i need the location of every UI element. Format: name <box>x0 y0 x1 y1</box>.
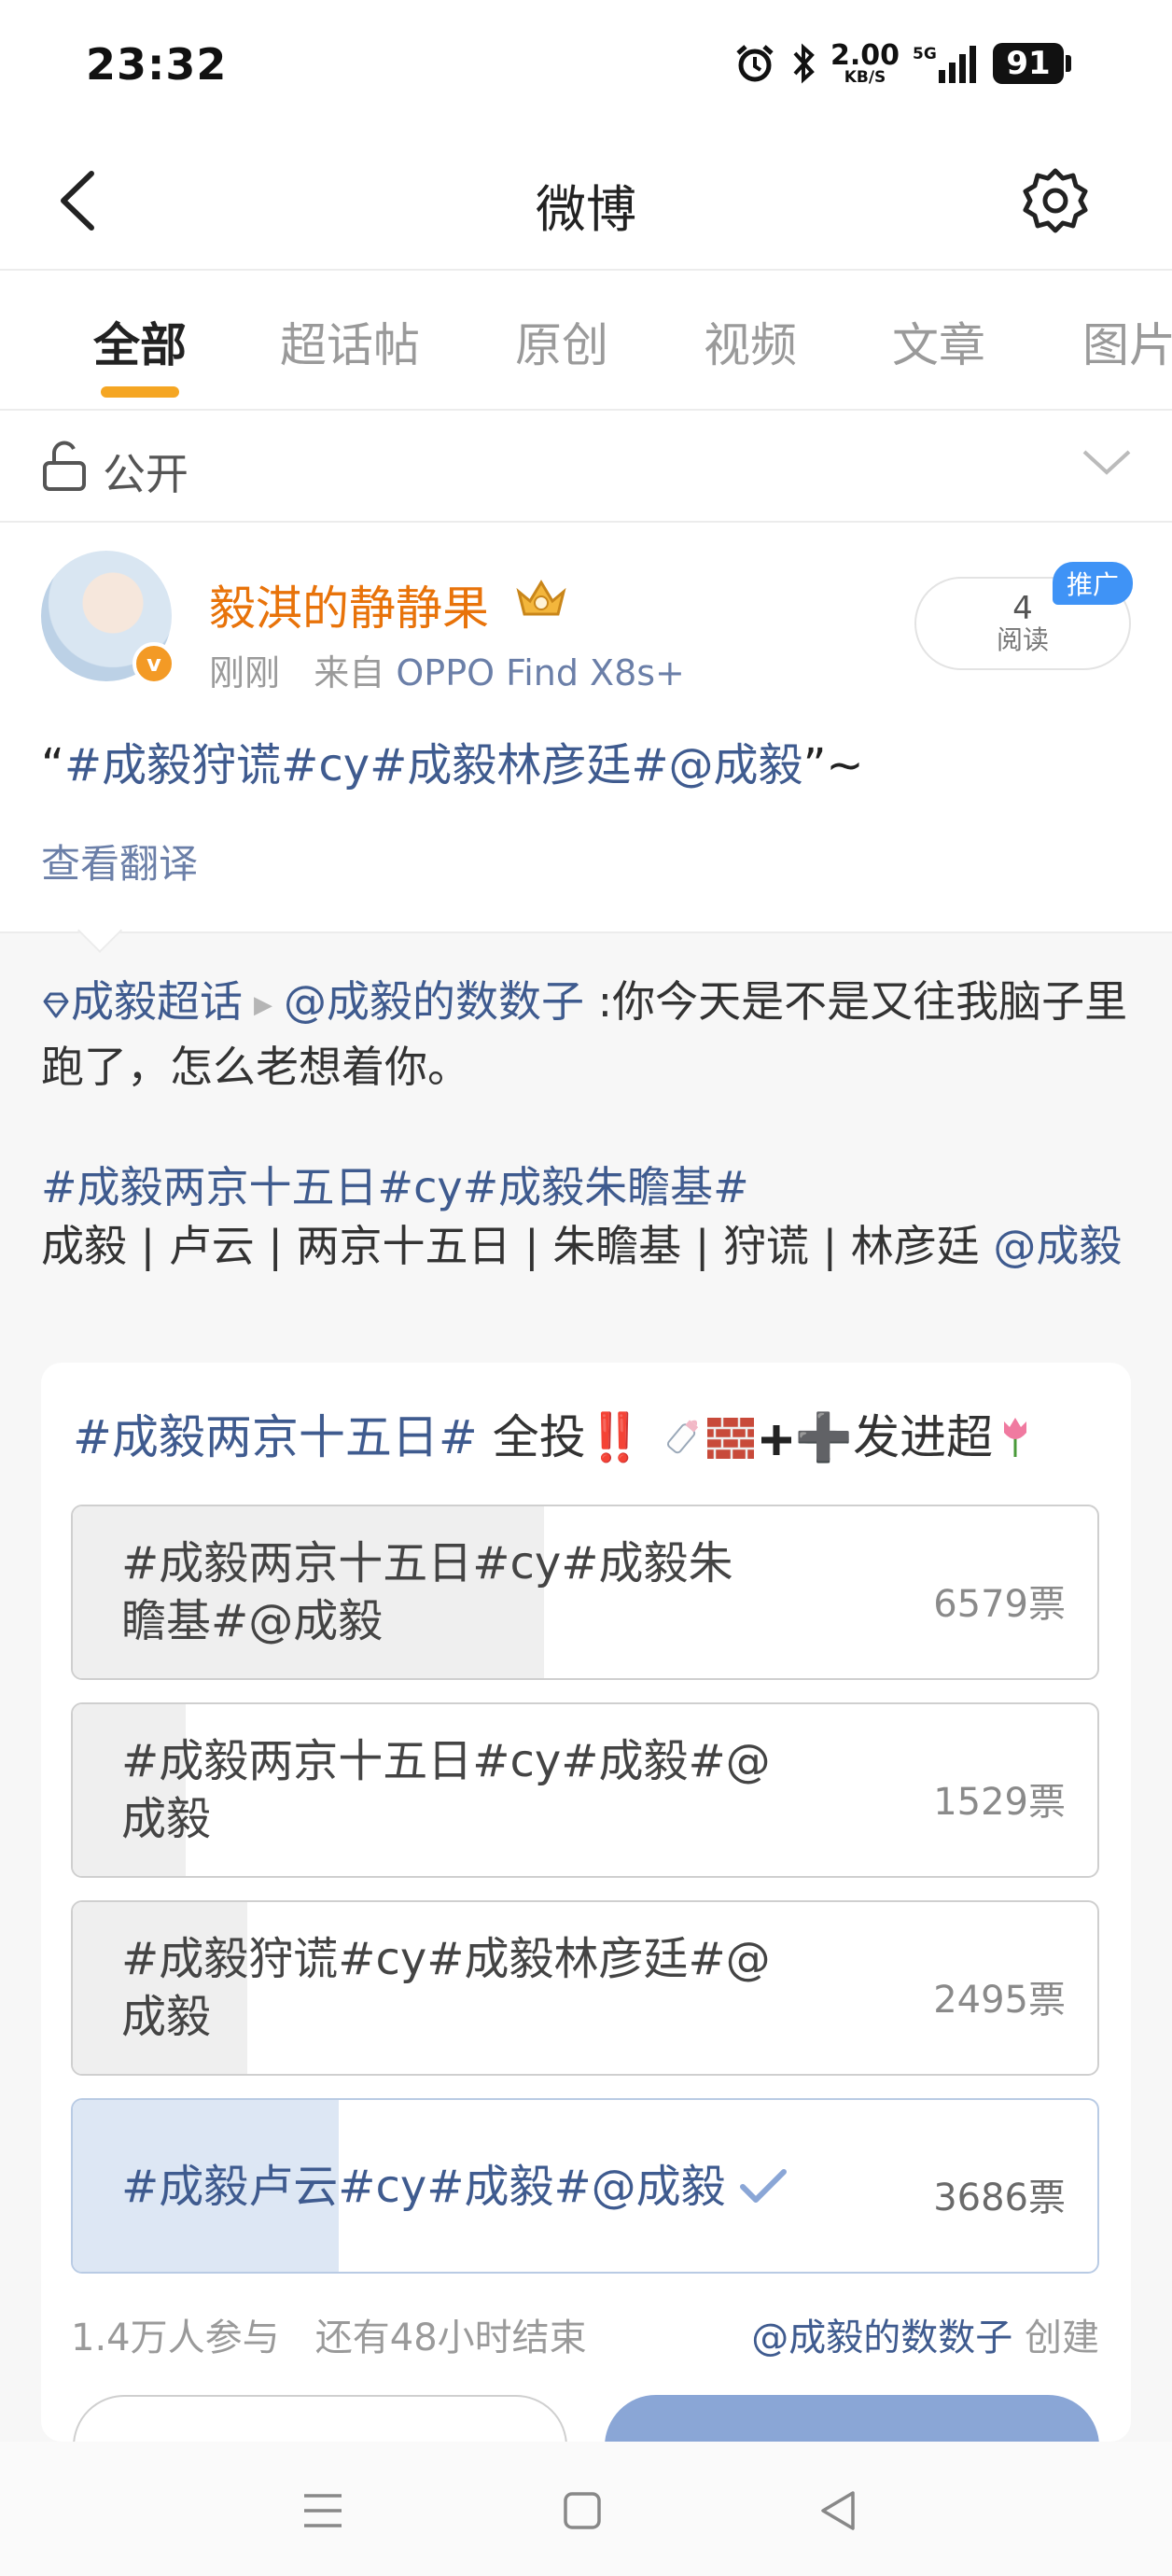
menu-icon <box>304 2494 342 2527</box>
translate-link[interactable]: 查看翻译 <box>41 833 198 889</box>
selected-check-icon <box>739 2169 787 2203</box>
read-count: 4 <box>1012 590 1033 628</box>
tab-images[interactable]: 图片 <box>1082 308 1172 375</box>
poll-option-3-label: #成毅狩谎#cy#成毅林彦廷#@ 成毅 <box>121 1933 771 2043</box>
repost-author[interactable]: @成毅的数数子 <box>284 976 584 1027</box>
alarm-icon <box>736 45 774 82</box>
tab-article[interactable]: 文章 <box>892 308 985 375</box>
tab-supertopic[interactable]: 超话帖 <box>280 308 420 375</box>
network-speed: 2.00 KB/S <box>830 38 900 87</box>
poll-participants: 1.4万人参与 <box>71 2317 280 2359</box>
poll-option-4-votes: 3686票 <box>933 2177 1066 2219</box>
verified-badge-icon: v <box>133 642 175 685</box>
visibility-selector[interactable]: 公开 <box>0 413 1172 523</box>
poll-creator-suffix: 创建 <box>1025 2317 1099 2359</box>
poll-title-after: ➕发进超 <box>794 1410 994 1464</box>
unlock-icon <box>43 441 86 491</box>
chevron-down-icon <box>1082 450 1131 475</box>
title-bar: 微博 <box>0 131 1172 271</box>
baby-bottle-icon <box>666 1420 699 1454</box>
nav-menu-button[interactable] <box>295 2483 351 2539</box>
tab-original[interactable]: 原创 <box>515 308 608 375</box>
poll-option-4-label: #成毅卢云#cy#成毅#@成毅 <box>121 2158 817 2216</box>
bluetooth-icon <box>793 43 815 84</box>
post-text: “#成毅狩谎#cy#成毅林彦廷#@成毅”~ <box>41 728 864 793</box>
post-quote-open: “ <box>41 739 64 791</box>
nav-home-button[interactable] <box>554 2483 610 2539</box>
play-triangle-icon: ▶ <box>254 990 272 1019</box>
supertopic-diamond-icon <box>43 992 69 1018</box>
read-count-label: 阅读 <box>996 624 1049 656</box>
poll-title: #成毅两京十五日# 全投‼️ ➕发进超 <box>73 1400 1034 1467</box>
battery-indicator: 91 <box>993 43 1071 84</box>
battery-level: 91 <box>993 43 1064 84</box>
active-tab-indicator <box>101 386 179 398</box>
poll-option-2-votes: 1529票 <box>933 1781 1066 1824</box>
avatar[interactable]: v <box>41 551 175 685</box>
poll-creator-link[interactable]: @成毅的数数子 <box>751 2317 1012 2359</box>
promote-badge[interactable]: 推广 <box>1053 562 1133 605</box>
poll-remaining: 还有48小时结束 <box>314 2317 587 2359</box>
poll-stats: 1.4万人参与 还有48小时结束 <box>71 2307 587 2361</box>
crown-badge-icon <box>516 580 566 616</box>
repost-hashtags[interactable]: #成毅两京十五日#cy#成毅朱瞻基# <box>41 1154 749 1215</box>
poll-option-1[interactable]: #成毅两京十五日#cy#成毅朱 瞻基#@成毅 6579票 <box>71 1505 1099 1680</box>
status-icons: 2.00 KB/S 5G 91 <box>733 37 1071 90</box>
post-meta: 刚刚 来自 OPPO Find X8s+ <box>209 644 685 695</box>
gear-icon <box>1023 168 1088 233</box>
members-text: 成毅 | 卢云 | 两京十五日 | 朱瞻基 | 狩谎 | 林彦廷 <box>41 1221 994 1271</box>
status-time: 23:32 <box>86 39 228 90</box>
tab-all[interactable]: 全部 <box>93 308 187 375</box>
status-bar: 23:32 2.00 KB/S 5G 91 <box>0 0 1172 131</box>
post-quote-close: ”~ <box>802 739 864 791</box>
signal-5g-icon: 5G <box>913 45 976 83</box>
poll-title-text: 全投‼️ <box>477 1410 644 1464</box>
author-name[interactable]: 毅淇的静静果 <box>209 571 489 638</box>
post-source[interactable]: OPPO Find X8s+ <box>396 652 685 693</box>
tab-video[interactable]: 视频 <box>704 308 797 375</box>
network-speed-unit: KB/S <box>844 67 886 87</box>
poll-title-tag[interactable]: #成毅两京十五日# <box>73 1410 478 1464</box>
back-triangle-icon <box>821 2491 855 2530</box>
repost-text: 成毅超话 ▶ @成毅的数数子 :你今天是不是又往我脑子里跑了，怎么老想着你。 <box>41 971 1133 1098</box>
svg-text:5G: 5G <box>913 45 937 63</box>
settings-button[interactable] <box>1013 159 1097 243</box>
post-time: 刚刚 <box>209 652 281 693</box>
poll-option-2[interactable]: #成毅两京十五日#cy#成毅#@ 成毅 1529票 <box>71 1702 1099 1878</box>
page-title: 微博 <box>536 180 636 239</box>
poll-option-3[interactable]: #成毅狩谎#cy#成毅林彦廷#@ 成毅 2495票 <box>71 1900 1099 2076</box>
post-hashtags[interactable]: #成毅狩谎#cy#成毅林彦廷#@成毅 <box>64 739 803 791</box>
repost-members: 成毅 | 卢云 | 两京十五日 | 朱瞻基 | 狩谎 | 林彦廷 @成毅 <box>41 1215 1133 1277</box>
supertopic-link[interactable]: 成毅超话 <box>71 976 243 1027</box>
network-speed-value: 2.00 <box>830 38 900 72</box>
poll-option-3-votes: 2495票 <box>933 1979 1066 2022</box>
visibility-label: 公开 <box>103 449 188 499</box>
poll-option-1-label: #成毅两京十五日#cy#成毅朱 瞻基#@成毅 <box>121 1537 733 1647</box>
poll-option-1-votes: 6579票 <box>933 1583 1066 1626</box>
members-mention[interactable]: @成毅 <box>993 1221 1122 1271</box>
plus-icon <box>760 1425 791 1455</box>
tulip-icon <box>1004 1418 1027 1457</box>
post-source-prefix: 来自 <box>314 652 385 693</box>
poll-option-4[interactable]: #成毅卢云#cy#成毅#@成毅 3686票 <box>71 2098 1099 2274</box>
nav-back-button[interactable] <box>810 2483 866 2539</box>
system-nav-bar <box>0 2442 1172 2576</box>
filter-tabs: 全部 超话帖 原创 视频 文章 图片 <box>0 273 1172 411</box>
poll-option-2-label: #成毅两京十五日#cy#成毅#@ 成毅 <box>121 1735 771 1845</box>
poll-creator: @成毅的数数子 创建 <box>751 2307 1099 2361</box>
home-square-icon <box>564 2492 601 2529</box>
poll-card: #成毅两京十五日# 全投‼️ ➕发进超 #成毅两京十五日#cy#成毅朱 瞻基#@… <box>41 1363 1131 2498</box>
brick-icon <box>706 1418 754 1459</box>
